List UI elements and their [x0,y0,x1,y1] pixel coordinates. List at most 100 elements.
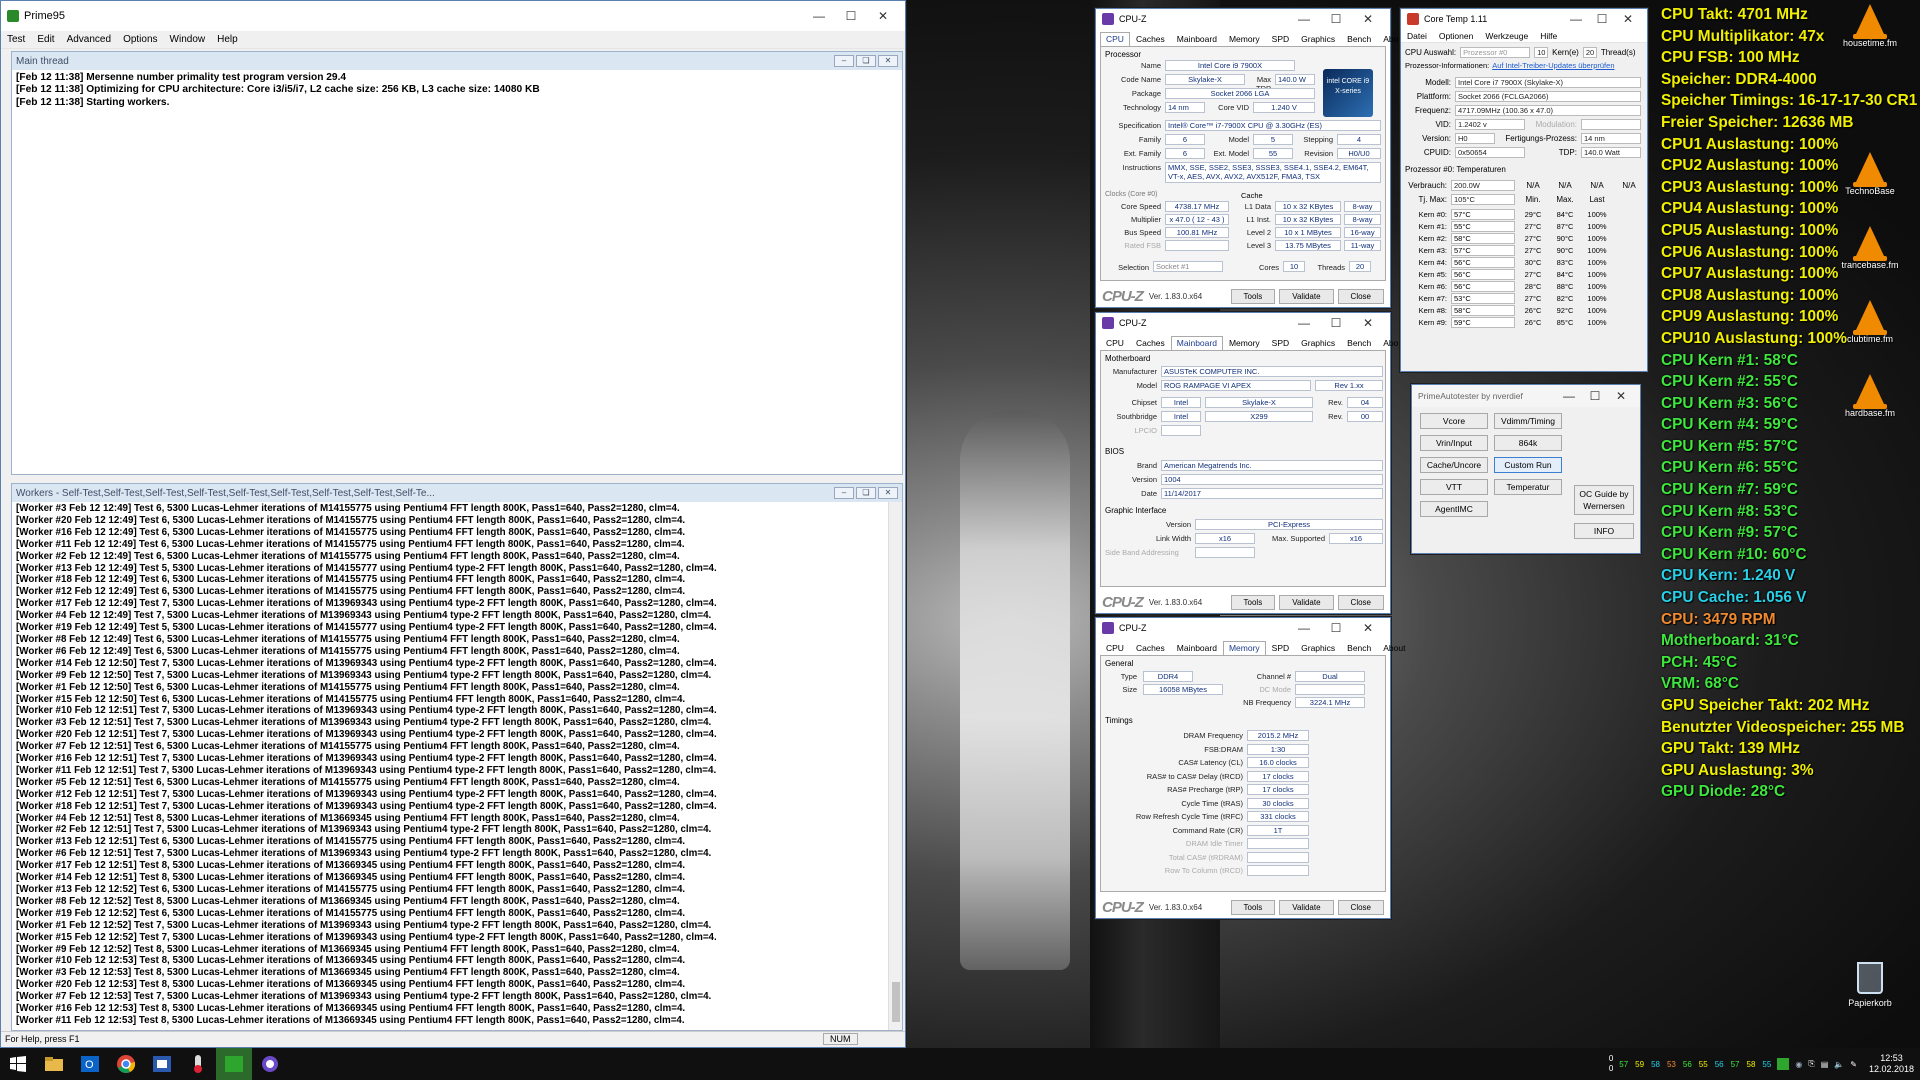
tools-button[interactable]: Tools [1230,288,1276,304]
desktop-icon-technobase[interactable]: TechnoBase [1830,152,1910,196]
tab-memory[interactable]: Memory [1223,32,1266,46]
desktop-icon-papierkorb[interactable]: Papierkorb [1830,962,1910,1008]
tab-graphics[interactable]: Graphics [1295,32,1341,46]
hwinfo-tray-icon[interactable] [1777,1058,1790,1070]
tab-cpu[interactable]: CPU [1100,641,1130,655]
tab-mainboard[interactable]: Mainboard [1171,641,1223,655]
minimize-icon[interactable]: — [803,9,835,23]
restore-icon[interactable]: ❏ [856,487,876,499]
menu-help[interactable]: Help [217,34,238,45]
minimize-icon[interactable]: – [834,487,854,499]
cpuz-taskbar-icon[interactable] [144,1048,180,1080]
prime95-taskbar-icon[interactable] [216,1048,252,1080]
maximize-icon[interactable]: ☐ [1320,12,1352,26]
vdimm-timing-button[interactable]: Vdimm/Timing [1494,413,1562,429]
tab-spd[interactable]: SPD [1266,641,1295,655]
menu-advanced[interactable]: Advanced [67,34,111,45]
cache-uncore-button[interactable]: Cache/Uncore [1420,457,1488,473]
tools-button[interactable]: Tools [1230,594,1276,610]
clock[interactable]: 12:53 12.02.2018 [1869,1053,1914,1075]
minimize-icon[interactable]: — [1563,12,1589,26]
tab-caches[interactable]: Caches [1130,32,1171,46]
tab-cpu[interactable]: CPU [1100,32,1130,46]
desktop-icon-housetime-fm[interactable]: housetime.fm [1830,4,1910,48]
close-icon[interactable]: ✕ [1352,621,1384,635]
start-icon[interactable] [0,1048,36,1080]
chrome-icon[interactable] [108,1048,144,1080]
tab-spd[interactable]: SPD [1266,32,1295,46]
close-button[interactable]: Close [1337,594,1384,610]
close-icon[interactable]: ✕ [1352,12,1384,26]
minimize-icon[interactable]: — [1288,621,1320,635]
menu-optionen[interactable]: Optionen [1439,31,1474,41]
close-icon[interactable]: ✕ [878,487,898,499]
prime95-titlebar[interactable]: Prime95 — ☐ ✕ [1,1,905,31]
desktop-icon-clubtime-fm[interactable]: clubtime.fm [1830,300,1910,344]
close-icon[interactable]: ✕ [867,9,899,23]
minimize-icon[interactable]: — [1288,12,1320,26]
cpu-select[interactable]: Prozessor #0 [1460,47,1531,58]
tab-memory[interactable]: Memory [1222,641,1266,655]
tools-button[interactable]: Tools [1230,899,1276,915]
outlook-icon[interactable]: O [72,1048,108,1080]
close-button[interactable]: Close [1337,899,1384,915]
validate-button[interactable]: Validate [1279,594,1334,610]
agentimc-button[interactable]: AgentIMC [1420,501,1488,517]
864k-button[interactable]: 864k [1494,435,1562,451]
menu-hilfe[interactable]: Hilfe [1540,31,1557,41]
file-explorer-icon[interactable] [36,1048,72,1080]
custom-run-button[interactable]: Custom Run [1494,457,1562,473]
tab-mainboard[interactable]: Mainboard [1170,336,1223,350]
primeautotester-taskbar-icon[interactable] [252,1048,288,1080]
tab-cpu[interactable]: CPU [1100,336,1130,350]
close-icon[interactable]: ✕ [1608,389,1634,403]
restore-icon[interactable]: ❏ [856,55,876,67]
close-icon[interactable]: ✕ [1352,316,1384,330]
oc-guide-button[interactable]: OC Guide by Wernersen [1574,485,1634,515]
close-button[interactable]: Close [1337,288,1384,304]
maximize-icon[interactable]: ☐ [1320,316,1352,330]
tab-caches[interactable]: Caches [1130,641,1171,655]
menu-datei[interactable]: Datei [1407,31,1427,41]
driver-update-link[interactable]: Auf Intel-Treiber-Updates überprüfen [1492,61,1614,70]
tab-bench[interactable]: Bench [1341,32,1377,46]
menu-edit[interactable]: Edit [37,34,54,45]
tab-memory[interactable]: Memory [1223,336,1266,350]
validate-button[interactable]: Validate [1279,288,1334,304]
tab-caches[interactable]: Caches [1130,336,1171,350]
tab-graphics[interactable]: Graphics [1295,336,1341,350]
usb-tray-icon[interactable]: ⎘ [1808,1059,1814,1069]
network-tray-icon[interactable]: ▤ [1821,1060,1829,1069]
tab-spd[interactable]: SPD [1266,336,1295,350]
notification-tray-icon[interactable]: ✎ [1850,1060,1857,1069]
maximize-icon[interactable]: ☐ [1589,12,1615,26]
minimize-icon[interactable]: — [1288,316,1320,330]
desktop-icon-trancebase-fm[interactable]: trancebase.fm [1830,226,1910,270]
temperatur-button[interactable]: Temperatur [1494,479,1562,495]
desktop-icon-hardbase-fm[interactable]: hardbase.fm [1830,374,1910,418]
menu-window[interactable]: Window [170,34,206,45]
tab-mainboard[interactable]: Mainboard [1171,32,1223,46]
tab-graphics[interactable]: Graphics [1295,641,1341,655]
tab-bench[interactable]: Bench [1341,336,1377,350]
steam-tray-icon[interactable]: ◉ [1795,1060,1802,1069]
close-icon[interactable]: ✕ [878,55,898,67]
minimize-icon[interactable]: — [1556,389,1582,403]
minimize-icon[interactable]: – [834,55,854,67]
info-button[interactable]: INFO [1574,523,1634,539]
vrin-input-button[interactable]: Vrin/Input [1420,435,1488,451]
socket-select[interactable]: Socket #1 [1153,261,1223,272]
workers-scrollbar[interactable] [888,502,902,1030]
menu-werkzeuge[interactable]: Werkzeuge [1485,31,1528,41]
maximize-icon[interactable]: ☐ [835,9,867,23]
menu-test[interactable]: Test [7,34,25,45]
menu-options[interactable]: Options [123,34,157,45]
vtt-button[interactable]: VTT [1420,479,1488,495]
maximize-icon[interactable]: ☐ [1320,621,1352,635]
volume-tray-icon[interactable]: 🔈 [1834,1060,1844,1069]
vcore-button[interactable]: Vcore [1420,413,1488,429]
close-icon[interactable]: ✕ [1615,12,1641,26]
tab-about[interactable]: About [1377,641,1411,655]
coretemp-taskbar-icon[interactable] [180,1048,216,1080]
validate-button[interactable]: Validate [1279,899,1334,915]
